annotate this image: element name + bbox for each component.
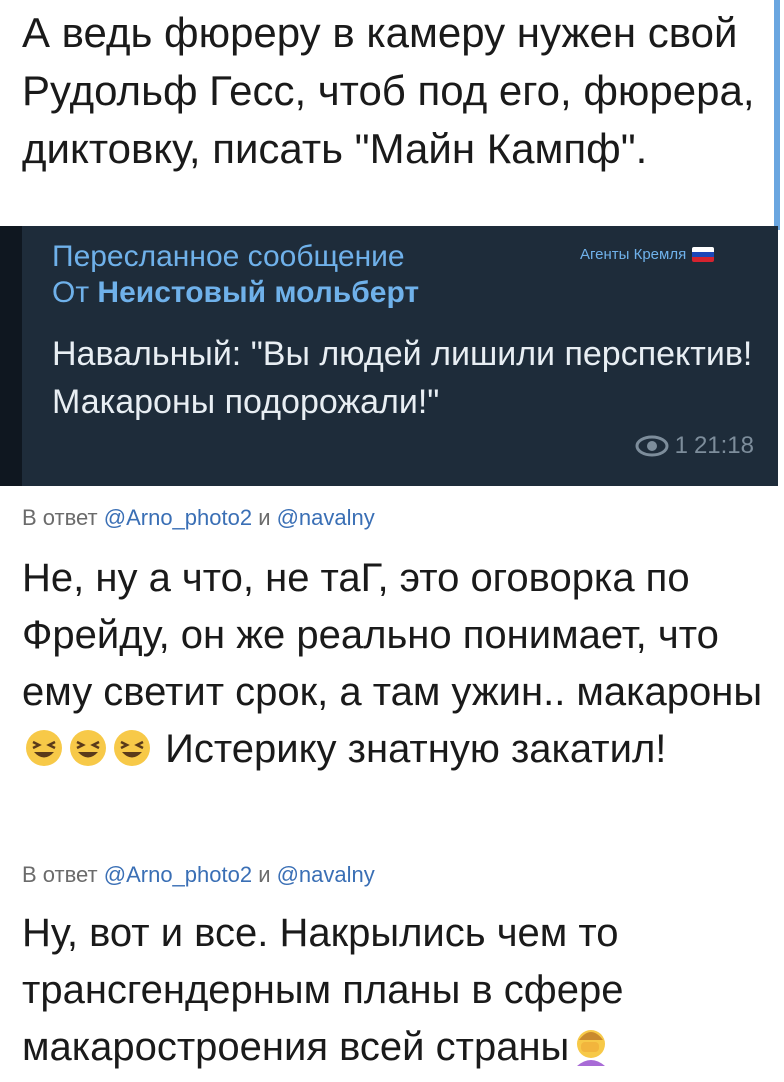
reply-text: Ну, вот и все. Накрылись чем то трансген…	[22, 905, 772, 1082]
forward-meta: 1 21:18	[635, 432, 754, 460]
reply-text: Не, ну а что, не таГ, это оговорка по Фр…	[22, 550, 772, 784]
laughing-emoji-icon	[68, 727, 108, 784]
reply-and: и	[252, 505, 277, 530]
russian-flag-icon	[692, 247, 715, 262]
reply-prefix: В ответ	[22, 862, 104, 887]
reply-handle-navalny[interactable]: @navalny	[277, 862, 375, 887]
eye-icon	[635, 435, 669, 457]
forward-header: Пересланное сообщение	[52, 240, 405, 273]
forward-body: Навальный: "Вы людей лишили перспектив! …	[52, 335, 753, 421]
reply-prefix: В ответ	[22, 505, 104, 530]
reply-text-main: Не, ну а что, не таГ, это оговорка по Фр…	[22, 556, 763, 714]
reply-and: и	[252, 862, 277, 887]
post-text: А ведь фюреру в камеру нужен свой Рудоль…	[22, 9, 755, 172]
message-time: 21:18	[693, 432, 754, 459]
view-count: 1	[674, 432, 688, 459]
reply-text-tail: Истерику знатную закатил!	[154, 727, 667, 771]
reply-handle-arno[interactable]: @Arno_photo2	[104, 862, 252, 887]
channel-name: Агенты Кремля	[580, 246, 687, 263]
channel-tag[interactable]: Агенты Кремля	[580, 246, 715, 263]
reply-to-line: В ответ @Arno_photo2 и @navalny	[22, 862, 375, 888]
reply-handle-arno[interactable]: @Arno_photo2	[104, 505, 252, 530]
reply-text-main: Ну, вот и все. Накрылись чем то трансген…	[22, 911, 624, 1069]
forward-from-prefix: От	[52, 276, 98, 309]
scroll-indicator[interactable]	[774, 0, 780, 230]
forward-from[interactable]: От Неистовый мольберт	[52, 276, 419, 310]
reply-handle-navalny[interactable]: @navalny	[277, 505, 375, 530]
laughing-emoji-icon	[112, 727, 152, 784]
forward-from-name[interactable]: Неистовый мольберт	[97, 276, 419, 309]
reply-to-line: В ответ @Arno_photo2 и @navalny	[22, 505, 375, 531]
forward-gutter	[0, 226, 22, 486]
laughing-emoji-icon	[24, 727, 64, 784]
facepalm-emoji-icon	[571, 1025, 611, 1082]
